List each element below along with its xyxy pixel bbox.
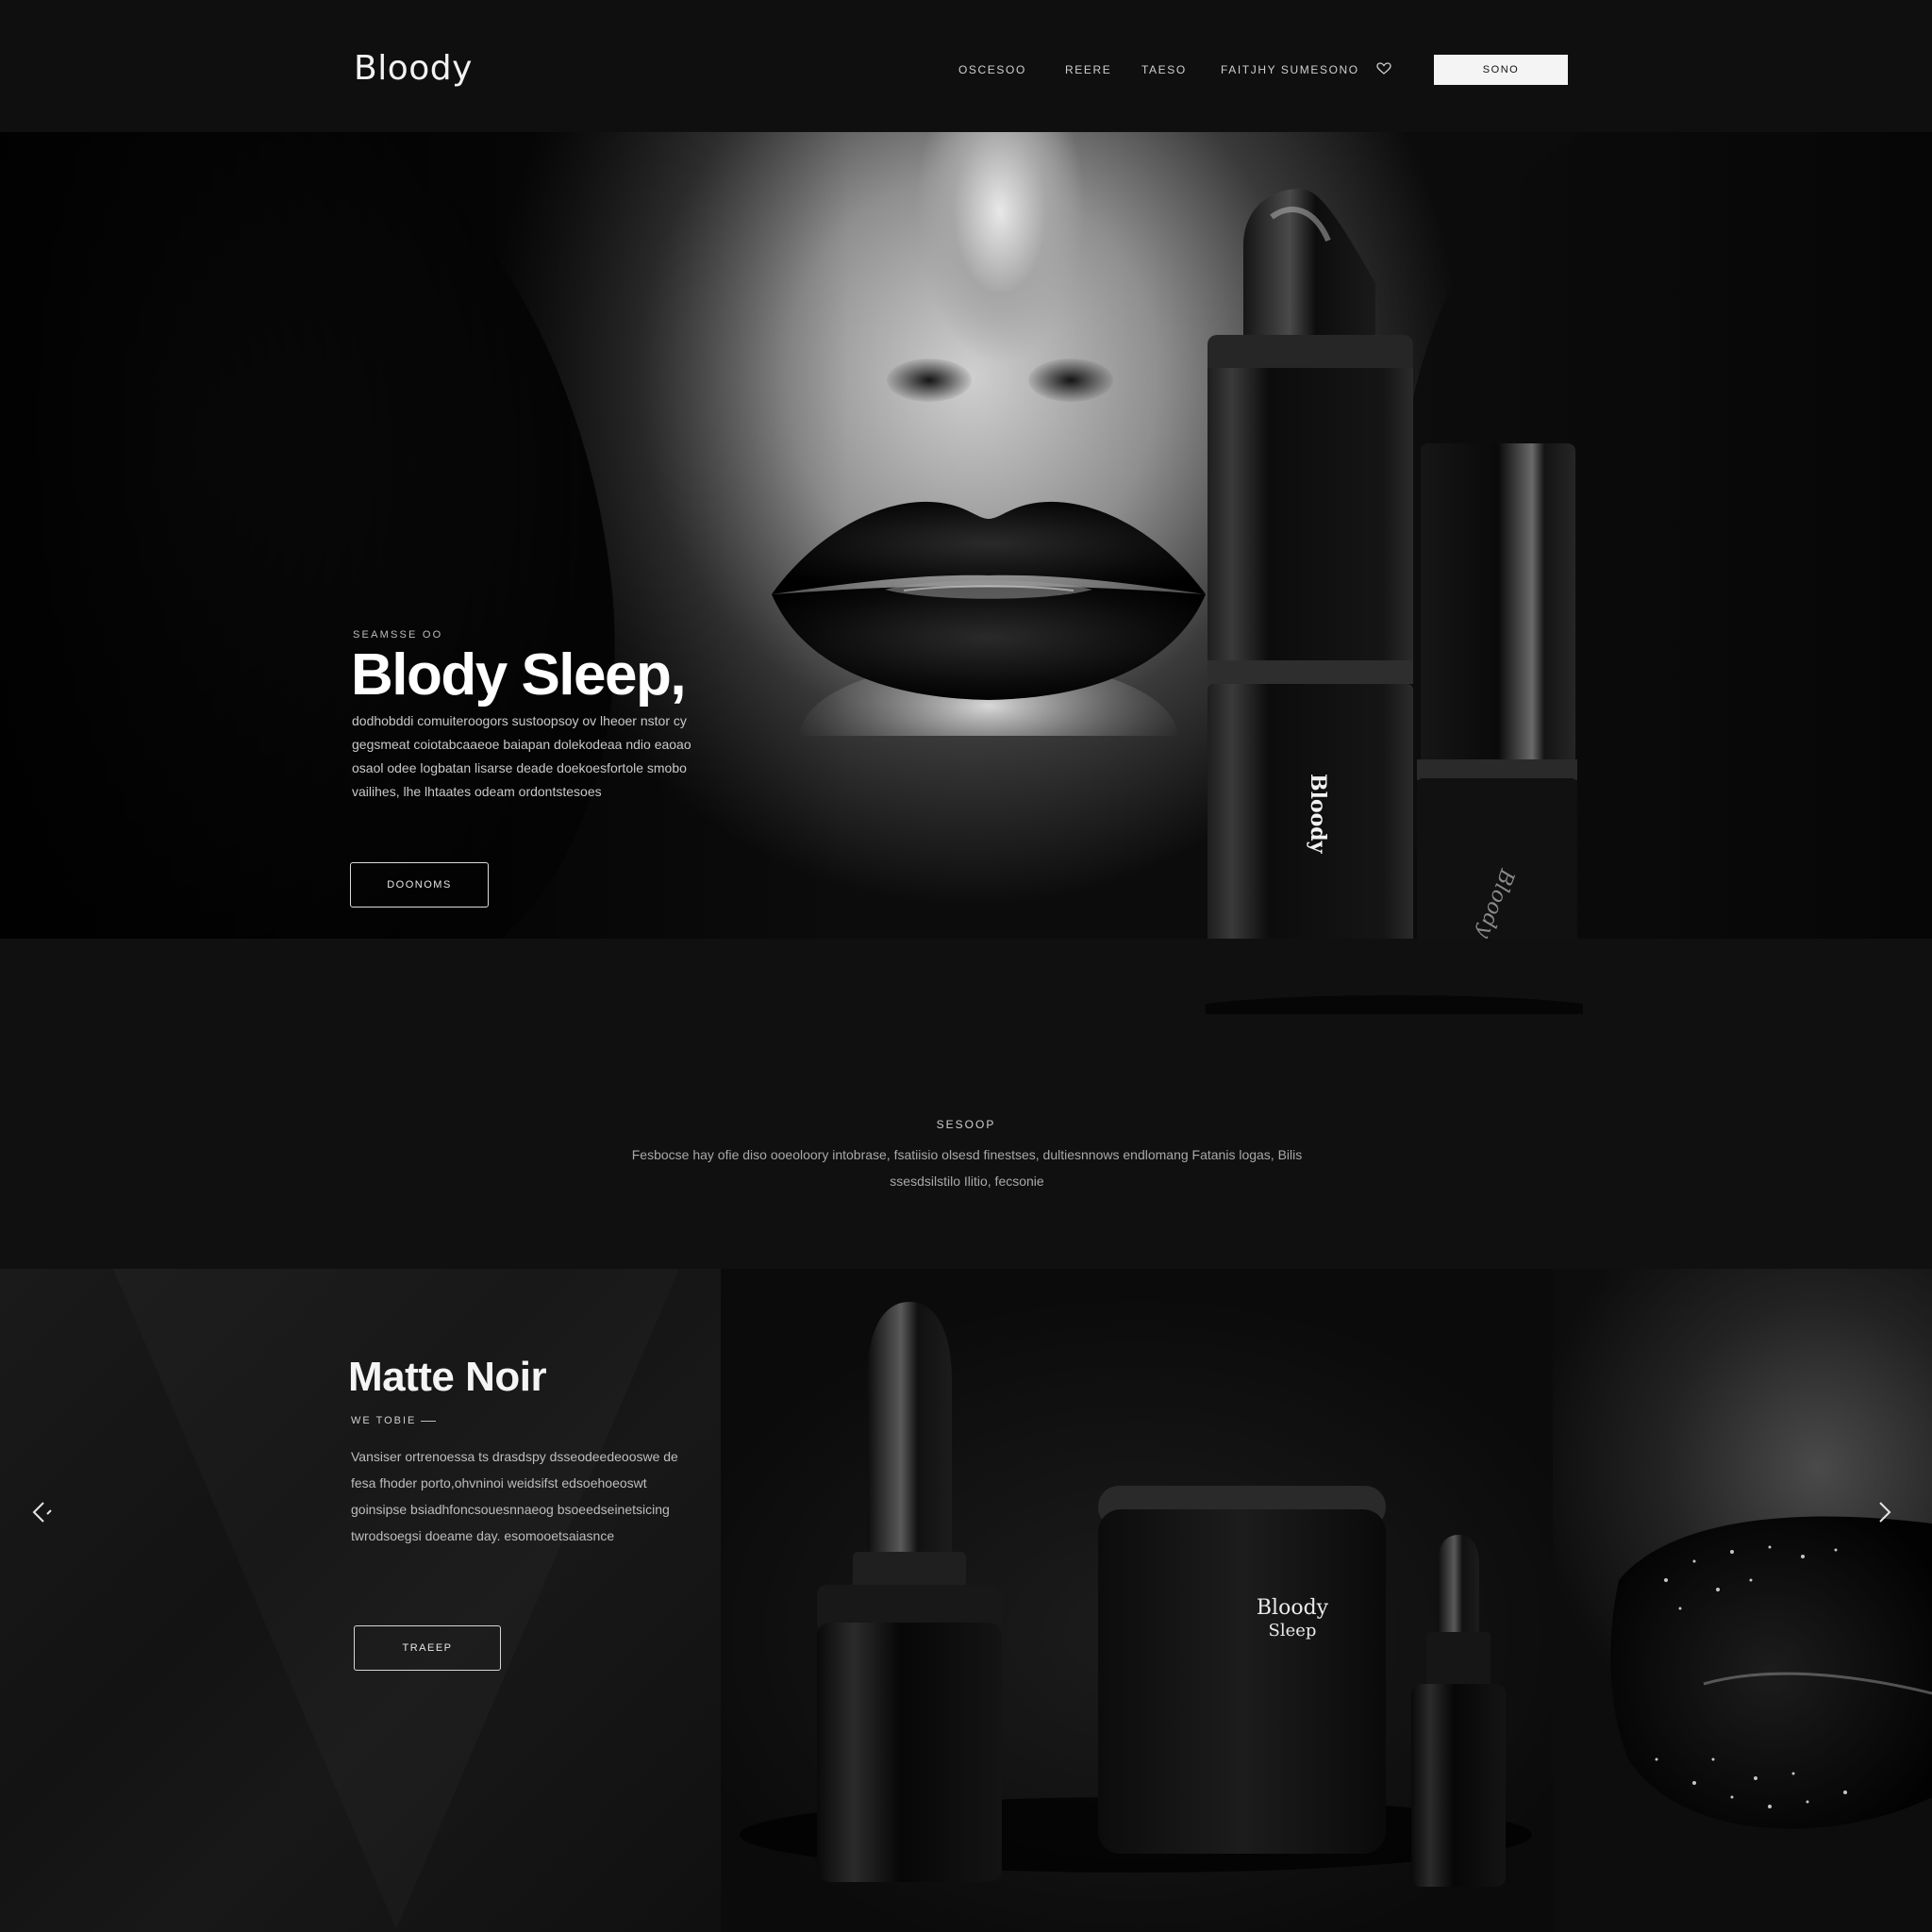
nav-link-1[interactable]: OSCESOO: [958, 63, 1026, 76]
hero-nostril-right: [1028, 358, 1113, 402]
brand-logo[interactable]: Bloody: [354, 49, 473, 88]
lips-detail-image: [1610, 1516, 1932, 1829]
hero-shade: [0, 132, 849, 939]
product-description: Vansiser ortrenoessa ts drasdspy dsseode…: [351, 1449, 678, 1543]
hero-eyebrow: SEAMSSE OO: [353, 629, 443, 641]
product-section: Bloody Sleep Matte Noir WE TOBIE Vansise…: [0, 1269, 1932, 1932]
subtitle-divider: [421, 1421, 436, 1422]
product-subtitle: WE TOBIE: [351, 1415, 417, 1426]
hero-description: dodhobddi comuiteroogors sustoopsoy ov l…: [352, 713, 691, 799]
product-cta-button[interactable]: TRAEEP: [354, 1625, 501, 1671]
hero-nose: [877, 132, 1123, 396]
hero-title: Blody Sleep,: [351, 642, 687, 708]
info-section: SESOOP Fesbocse hay ofie diso ooeoloory …: [0, 939, 1932, 1269]
jar-label-line1: Bloody: [1256, 1596, 1329, 1620]
nav-link-2[interactable]: REERE: [1065, 63, 1111, 76]
chevron-right-icon[interactable]: [1868, 1495, 1902, 1529]
product-title: Matte Noir: [348, 1354, 547, 1400]
info-eyebrow: SESOOP: [936, 1118, 996, 1131]
hero-section: SEAMSSE OO Blody Sleep, dodhobddi comuit…: [0, 132, 1932, 939]
jar-label-line2: Sleep: [1268, 1621, 1317, 1641]
top-nav: Bloody OSCESOO REERE TAESO FAITJHY SUMES…: [0, 0, 1932, 132]
nav-cta-button[interactable]: SONO: [1434, 55, 1568, 85]
product-image-panel: Bloody Sleep: [721, 1269, 1553, 1932]
jar-label: Bloody Sleep: [1236, 1597, 1349, 1642]
lipstick-large-label: Bloody: [1306, 774, 1330, 855]
product-set-image: [740, 1302, 1532, 1887]
lipstick-small-image: Bloody: [1417, 443, 1577, 1014]
lipstick-large-image: Bloody: [1208, 189, 1413, 1014]
info-text: Fesbocse hay ofie diso ooeoloory intobra…: [631, 1147, 1303, 1189]
nav-link-4[interactable]: FAITJHY SUMESONO: [1221, 63, 1359, 76]
chevron-left-icon[interactable]: [25, 1495, 58, 1529]
hero-nostril-left: [887, 358, 972, 402]
lips-detail-panel: [1553, 1269, 1932, 1932]
hero-cta-button[interactable]: DOONOMS: [350, 862, 489, 908]
heart-icon[interactable]: [1376, 61, 1391, 76]
nav-link-3[interactable]: TAESO: [1141, 63, 1187, 76]
